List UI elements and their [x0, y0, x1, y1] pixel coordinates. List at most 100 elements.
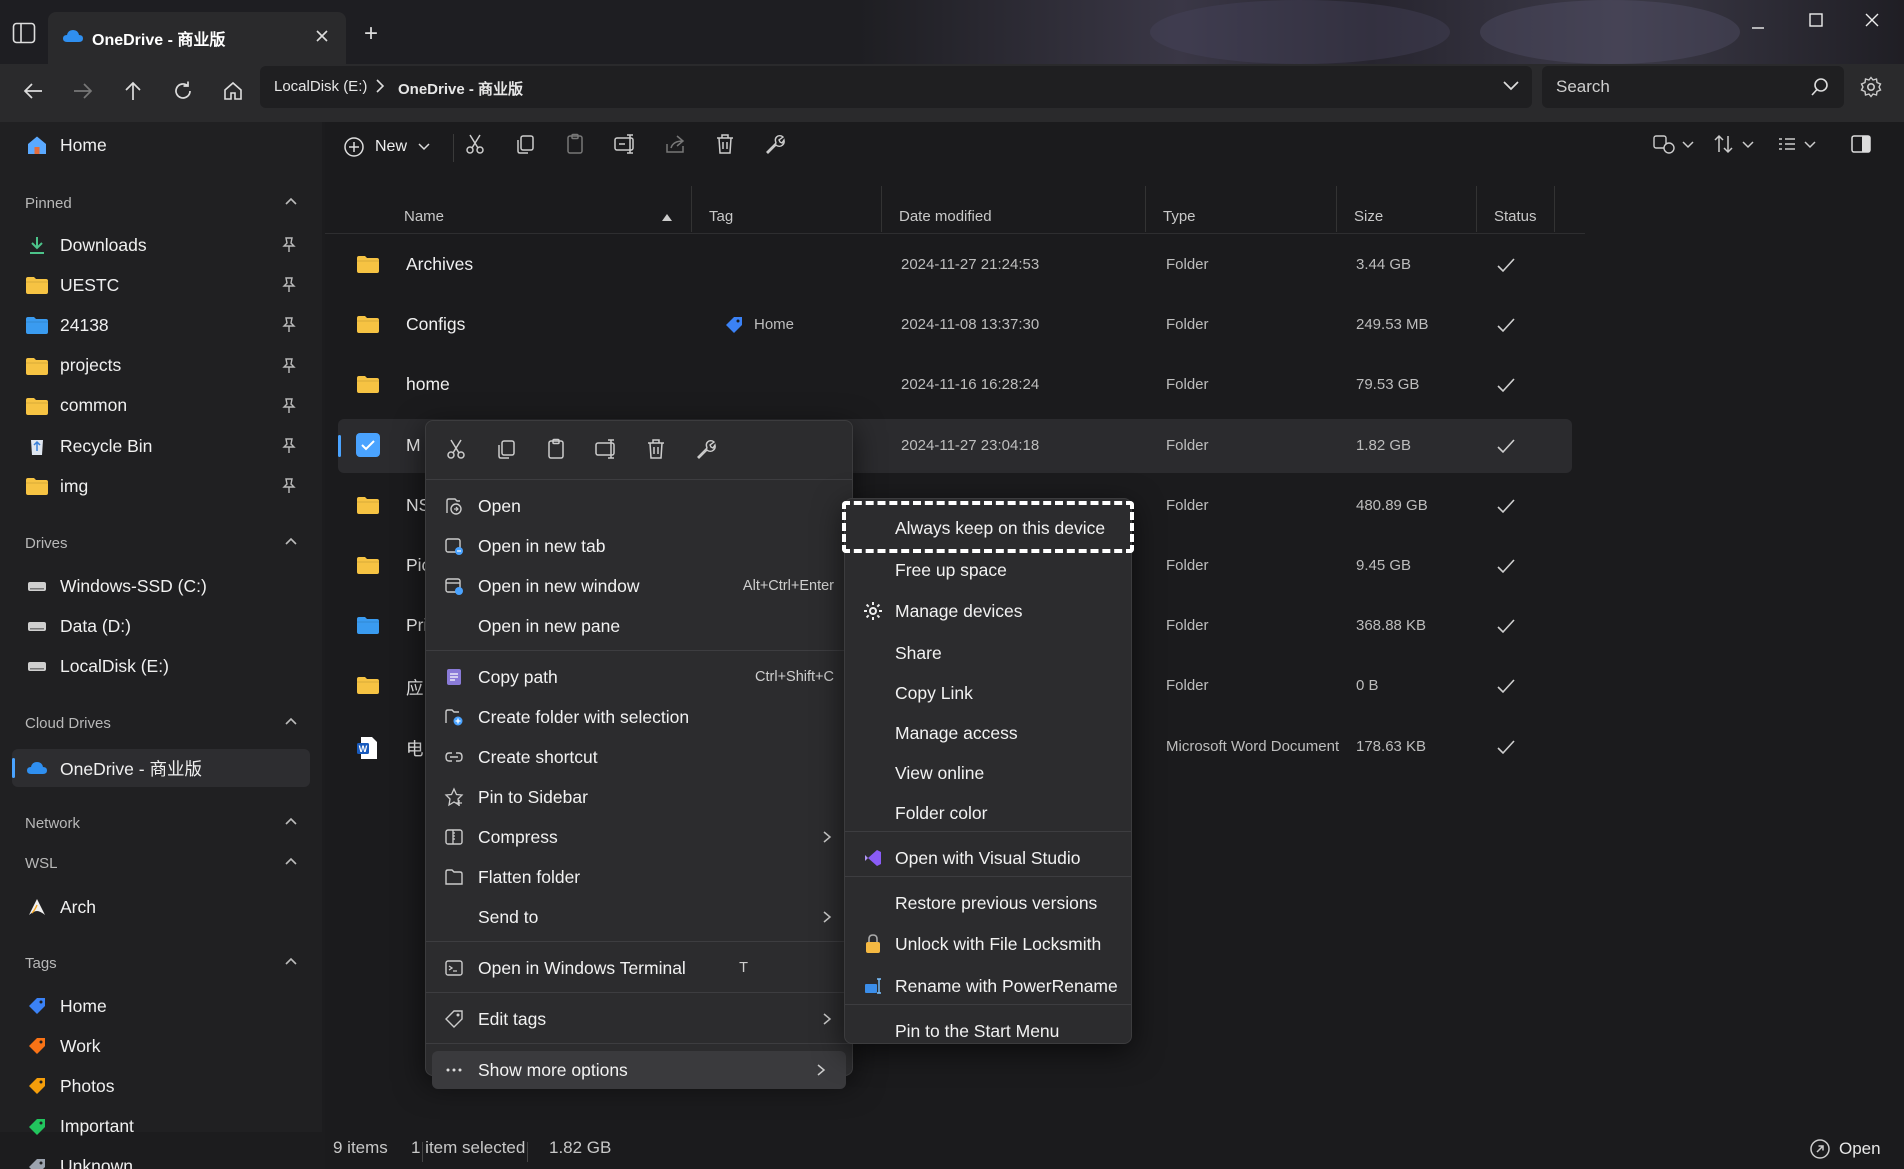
column-type[interactable]: Type [1163, 208, 1196, 225]
address-bar[interactable]: LocalDisk (E:) OneDrive - 商业版 [260, 66, 1532, 108]
pin-icon[interactable] [282, 478, 296, 494]
forward-icon[interactable] [64, 72, 102, 110]
sidebar-item-important[interactable]: Important [12, 1108, 310, 1146]
collapse-chevron-icon[interactable] [284, 536, 298, 546]
menu-item-open[interactable]: Open [426, 487, 852, 525]
sidebar-item-uestc[interactable]: UESTC [12, 266, 310, 304]
pin-icon[interactable] [282, 357, 296, 374]
file-tag[interactable]: Home [754, 316, 794, 333]
file-row[interactable]: Archives 2024-11-27 21:24:53 Folder 3.44 GB [338, 238, 1572, 292]
sidebar-item-photos[interactable]: Photos [12, 1067, 310, 1105]
menu-item-create-folder-with-selection[interactable]: Create folder with selection [426, 698, 852, 736]
close-window-icon[interactable] [1862, 10, 1882, 30]
column-date-modified[interactable]: Date modified [899, 208, 992, 225]
breadcrumb-localdisk[interactable]: LocalDisk (E:) [274, 78, 367, 95]
sidebar-item-projects[interactable]: projects [12, 347, 310, 385]
submenu-item-share[interactable]: Share [845, 634, 1131, 672]
menu-item-edit-tags[interactable]: Edit tags [426, 1000, 852, 1038]
column-divider[interactable] [881, 186, 882, 232]
menu-item-show-more-options[interactable]: Show more options [432, 1051, 846, 1089]
preview-pane-icon[interactable] [1849, 132, 1873, 156]
menu-item-pin-to-sidebar[interactable]: Pin to Sidebar [426, 778, 852, 816]
menu-item-open-in-windows-terminal[interactable]: Open in Windows Terminal T [426, 949, 852, 987]
file-row[interactable]: home 2024-11-16 16:28:24 Folder 79.53 GB [338, 358, 1572, 412]
maximize-icon[interactable] [1806, 10, 1826, 30]
breadcrumb-onedrive[interactable]: OneDrive - 商业版 [398, 78, 523, 99]
collapse-chevron-icon[interactable] [284, 956, 298, 966]
submenu-item-view-online[interactable]: View online [845, 754, 1131, 792]
minimize-icon[interactable] [1748, 18, 1768, 38]
chevron-down-icon[interactable] [1502, 80, 1520, 92]
column-divider[interactable] [1336, 186, 1337, 232]
sidebar-item-img[interactable]: img [12, 467, 310, 505]
sidebar-item-onedrive[interactable]: OneDrive - 商业版 [12, 749, 310, 787]
delete-icon[interactable] [713, 132, 737, 156]
share-icon[interactable] [663, 132, 687, 156]
menu-item-flatten-folder[interactable]: Flatten folder [426, 858, 852, 896]
pin-icon[interactable] [282, 277, 296, 293]
view-layout-icon[interactable] [1777, 132, 1825, 156]
paste-icon[interactable] [544, 437, 568, 461]
menu-item-create-shortcut[interactable]: Create shortcut [426, 738, 852, 776]
menu-item-open-in-new-tab[interactable]: Open in new tab [426, 527, 852, 565]
menu-item-copy-path[interactable]: Copy path Ctrl+Shift+C [426, 658, 852, 696]
submenu-item-restore-previous-versions[interactable]: Restore previous versions [845, 884, 1131, 922]
properties-wrench-icon[interactable] [763, 132, 787, 156]
copy-icon[interactable] [494, 437, 518, 461]
cloud-status-filter-icon[interactable] [1651, 132, 1699, 156]
tab-onedrive[interactable]: OneDrive - 商业版 [48, 12, 346, 64]
rename-icon[interactable] [594, 437, 618, 461]
row-checkbox[interactable] [356, 432, 380, 457]
menu-item-compress[interactable]: Compress [426, 818, 852, 856]
refresh-icon[interactable] [164, 72, 202, 110]
copy-icon[interactable] [513, 132, 537, 156]
column-name[interactable]: Name [404, 208, 444, 225]
sidebar-item-downloads[interactable]: Downloads [12, 226, 310, 264]
column-divider[interactable] [1554, 186, 1555, 232]
close-tab-icon[interactable] [314, 28, 330, 44]
submenu-item-open-with-visual-studio[interactable]: Open with Visual Studio [845, 839, 1131, 877]
submenu-item-copy-link[interactable]: Copy Link [845, 674, 1131, 712]
rename-icon[interactable] [613, 132, 637, 156]
submenu-item-manage-access[interactable]: Manage access [845, 714, 1131, 752]
collapse-pinned-chevron-icon[interactable] [284, 196, 298, 206]
properties-wrench-icon[interactable] [694, 437, 718, 461]
submenu-item-rename-with-powerrename[interactable]: Rename with PowerRename [845, 967, 1131, 1005]
sidebar-item-24138[interactable]: 24138 [12, 306, 310, 344]
column-tag[interactable]: Tag [709, 208, 733, 225]
home-icon[interactable] [214, 72, 252, 110]
pin-icon[interactable] [282, 438, 296, 454]
sidebar-item-arch[interactable]: Arch [12, 888, 310, 926]
sidebar-item-unknown[interactable]: Unknown [12, 1148, 310, 1169]
sidebar-item-windows-ssd-c[interactable]: Windows-SSD (C:) [12, 567, 310, 605]
submenu-item-free-up-space[interactable]: Free up space [845, 551, 1131, 589]
sidebar-item-common[interactable]: common [12, 387, 310, 425]
column-status[interactable]: Status [1494, 208, 1537, 225]
pin-icon[interactable] [282, 398, 296, 414]
sidebar-toggle-icon[interactable] [12, 22, 36, 44]
collapse-chevron-icon[interactable] [284, 816, 298, 826]
collapse-chevron-icon[interactable] [284, 716, 298, 726]
cut-icon[interactable] [463, 132, 487, 156]
up-icon[interactable] [114, 72, 152, 110]
collapse-chevron-icon[interactable] [284, 856, 298, 866]
sidebar-item-home[interactable]: Home [12, 987, 310, 1025]
submenu-item-folder-color[interactable]: Folder color [845, 794, 1131, 832]
column-divider[interactable] [1476, 186, 1477, 232]
back-icon[interactable] [14, 72, 52, 110]
settings-gear-icon[interactable] [1860, 76, 1882, 98]
menu-item-send-to[interactable]: Send to [426, 898, 852, 936]
pin-icon[interactable] [282, 237, 296, 253]
sidebar-item-home[interactable]: Home [12, 126, 310, 164]
submenu-item-unlock-with-file-locksmith[interactable]: Unlock with File Locksmith [845, 925, 1131, 963]
new-tab-button[interactable]: + [364, 20, 378, 48]
sidebar-item-work[interactable]: Work [12, 1027, 310, 1065]
sidebar-item-localdisk-e[interactable]: LocalDisk (E:) [12, 647, 310, 685]
menu-item-open-in-new-window[interactable]: Open in new window Alt+Ctrl+Enter [426, 567, 852, 605]
new-button[interactable]: New [343, 136, 431, 158]
file-row[interactable]: Configs Home 2024-11-08 13:37:30 Folder 249.… [338, 298, 1572, 352]
column-divider[interactable] [691, 186, 692, 232]
sidebar-item-recycle-bin[interactable]: Recycle Bin [12, 427, 310, 465]
submenu-item-pin-to-the-start-menu[interactable]: Pin to the Start Menu [845, 1012, 1131, 1050]
column-divider[interactable] [1145, 186, 1146, 232]
